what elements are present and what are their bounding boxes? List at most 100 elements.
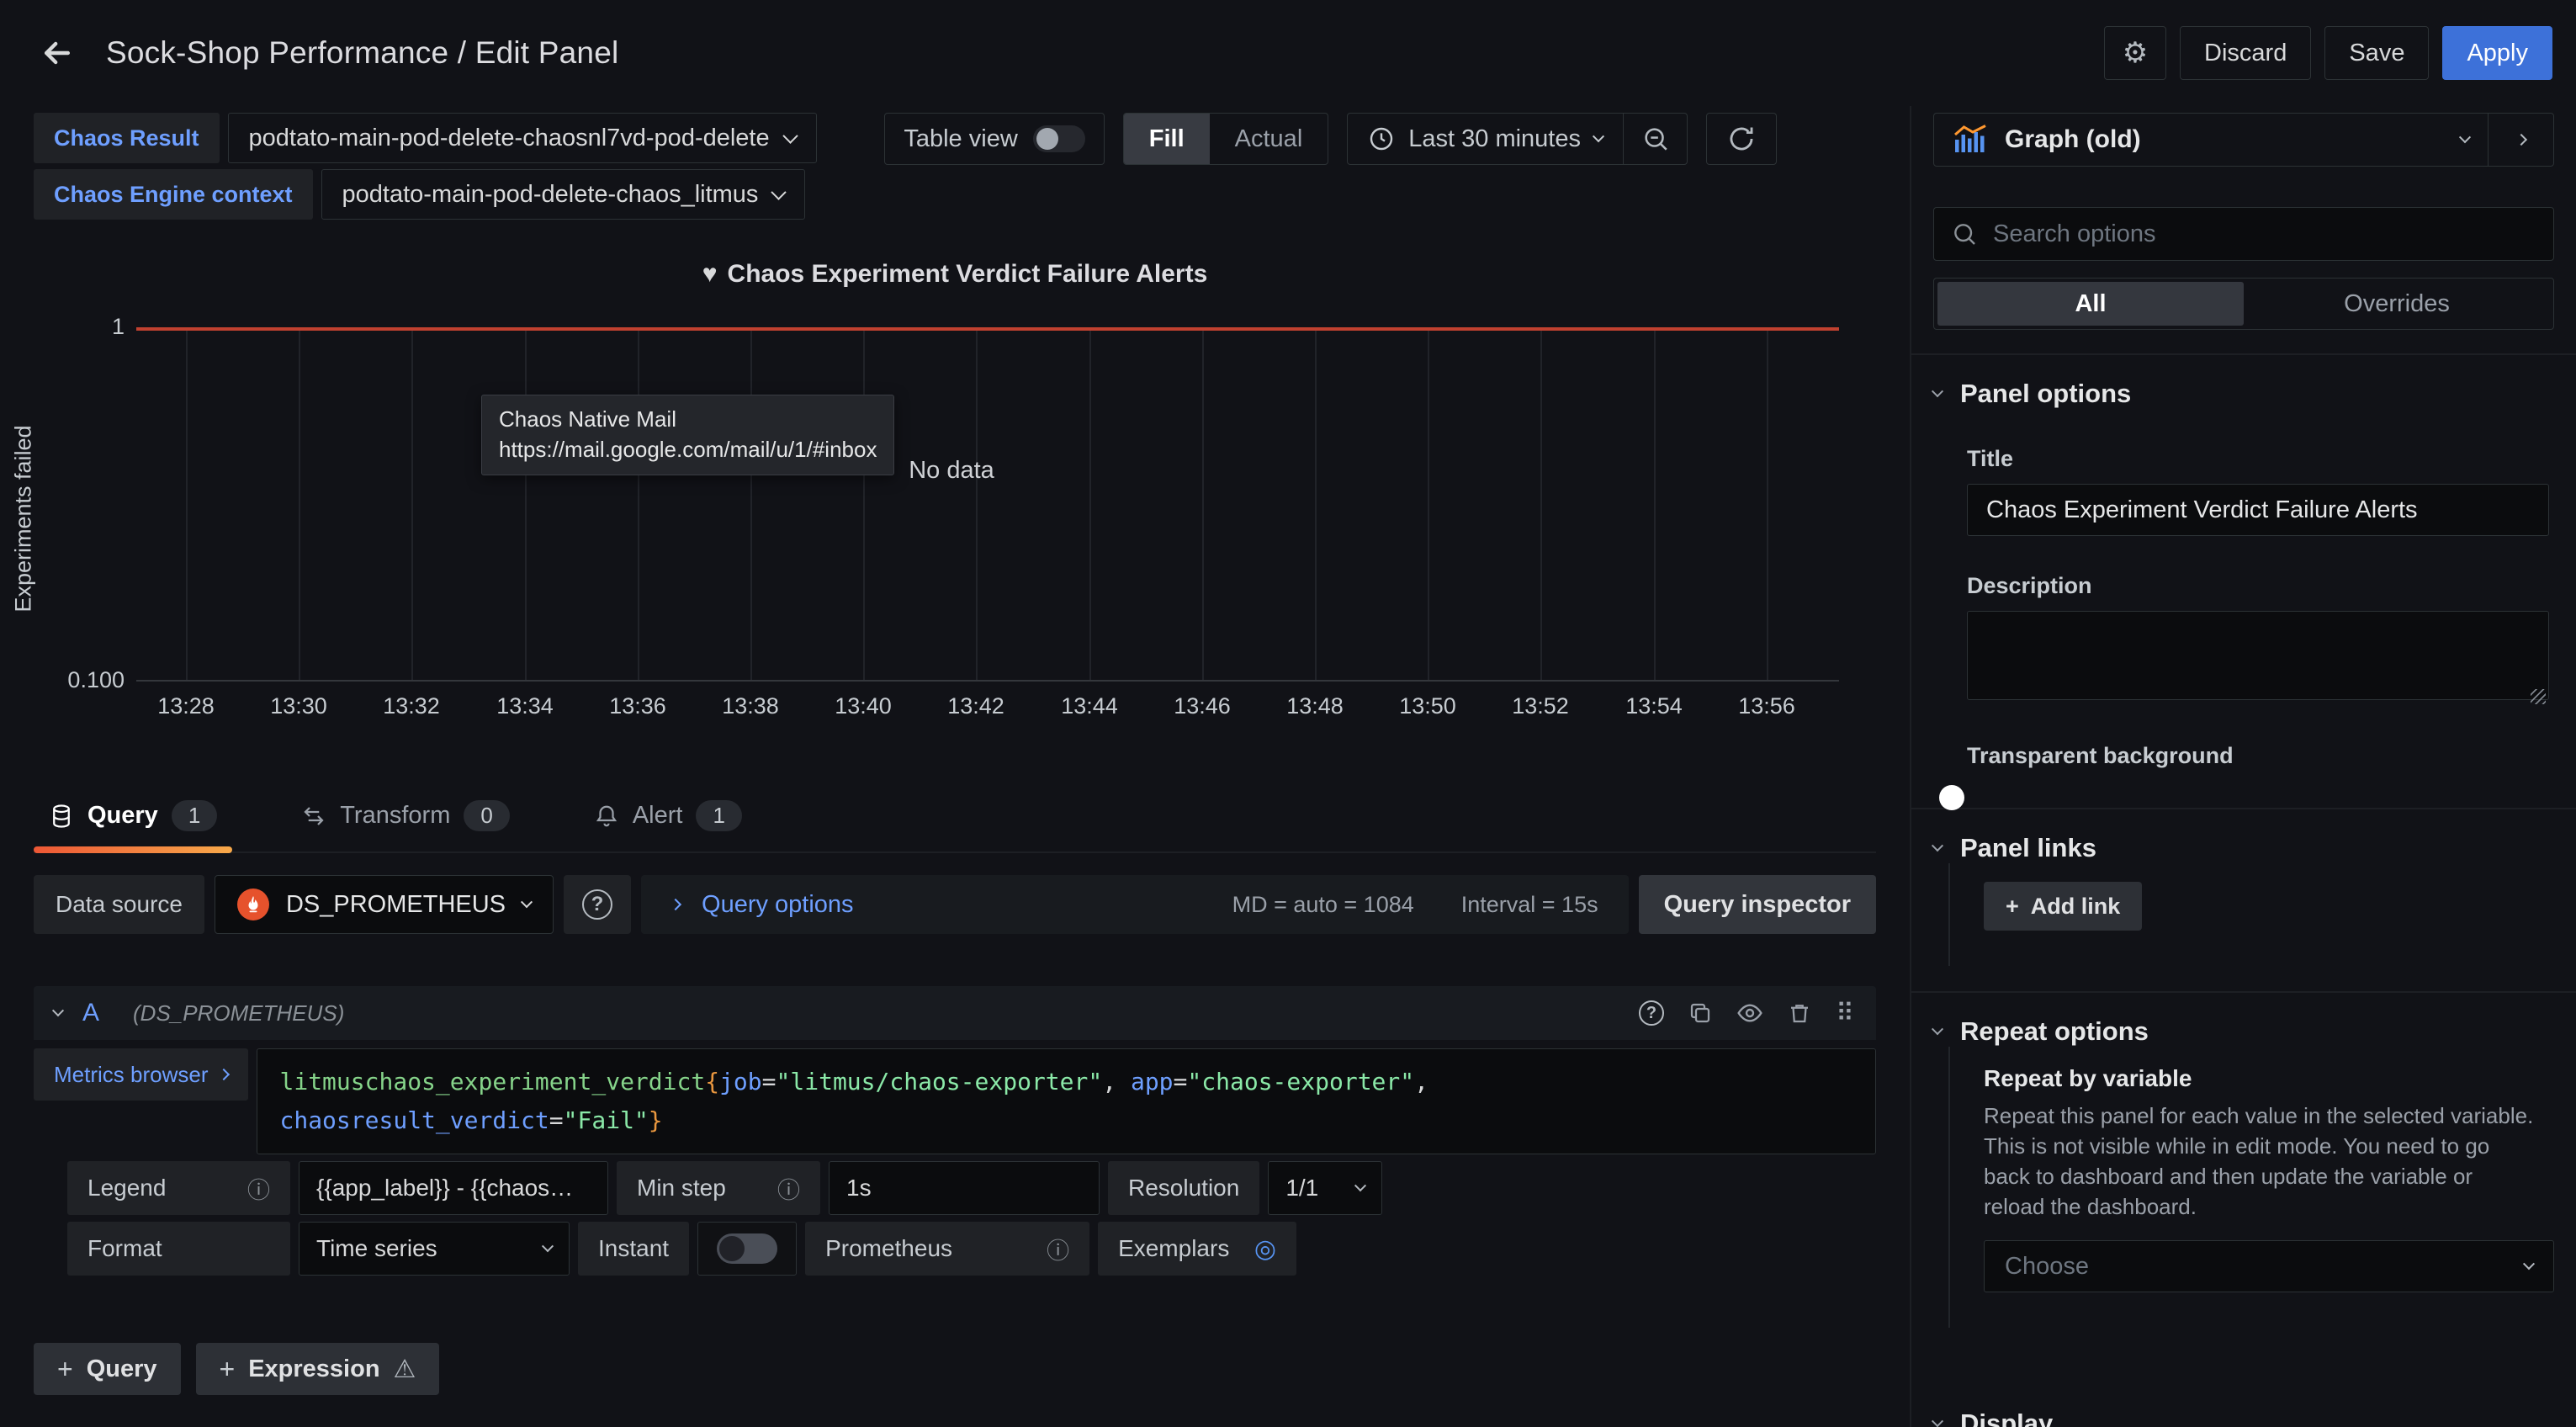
divider <box>1911 808 2576 809</box>
search-options-input[interactable] <box>1993 220 2536 248</box>
gridline <box>186 329 188 680</box>
gridline <box>525 329 527 680</box>
refresh-button[interactable] <box>1706 113 1777 165</box>
add-query-button[interactable]: + Query <box>34 1343 181 1395</box>
x-tick: 13:36 <box>609 693 666 719</box>
zoom-out-button[interactable] <box>1623 114 1687 164</box>
tab-transform[interactable]: Transform 0 <box>286 785 525 851</box>
gridline <box>1315 329 1317 680</box>
graph-viz-icon <box>1953 125 1988 155</box>
query-inspector-button[interactable]: Query inspector <box>1639 875 1876 934</box>
min-step-input[interactable] <box>829 1161 1100 1215</box>
options-sidebar: Graph (old) All Overrides Panel options … <box>1910 106 2576 1427</box>
datasource-help-button[interactable]: ? <box>564 875 631 934</box>
query-options-strip: Query options MD = auto = 1084 Interval … <box>641 875 1629 934</box>
discard-button[interactable]: Discard <box>2180 26 2311 80</box>
section-panel-links[interactable]: Panel links <box>1933 833 2554 863</box>
instant-toggle[interactable] <box>717 1233 777 1264</box>
query-options-toggle[interactable]: Query options <box>702 891 854 919</box>
duplicate-query-button[interactable] <box>1688 1000 1713 1026</box>
chevron-down-icon <box>2459 131 2471 143</box>
resolution-label: Resolution <box>1108 1161 1259 1215</box>
section-panel-options[interactable]: Panel options <box>1933 379 2554 409</box>
x-tick: 13:46 <box>1174 693 1231 719</box>
tab-query[interactable]: Query 1 <box>34 785 232 851</box>
fill-option[interactable]: Fill <box>1124 114 1210 164</box>
query-editor-card: A (DS_PROMETHEUS) ? ⠿ Metrics browser <box>34 986 1876 1276</box>
apply-button[interactable]: Apply <box>2442 26 2552 80</box>
bell-icon <box>594 804 619 829</box>
tab-count-badge: 1 <box>696 800 741 831</box>
query-help-button[interactable]: ? <box>1639 1000 1664 1026</box>
resolution-select[interactable]: 1/1 <box>1268 1161 1382 1215</box>
chevron-down-icon <box>1354 1180 1366 1191</box>
disable-query-button[interactable] <box>1736 1000 1763 1026</box>
interval-text: Interval = 15s <box>1461 892 1598 918</box>
tab-alert[interactable]: Alert 1 <box>579 785 757 851</box>
chevron-down-icon <box>1932 1415 1943 1427</box>
save-button[interactable]: Save <box>2324 26 2429 80</box>
datasource-picker[interactable]: DS_PROMETHEUS <box>215 875 554 934</box>
x-tick: 13:42 <box>947 693 1004 719</box>
chevron-down-icon <box>1932 1023 1943 1035</box>
y-tick: 1 <box>7 314 125 340</box>
back-button[interactable] <box>34 29 81 77</box>
query-section-tabs: Query 1 Transform 0 Alert 1 <box>34 785 1876 853</box>
toggle-viz-picker-button[interactable] <box>2488 114 2553 166</box>
visualization-select[interactable]: Graph (old) <box>1934 114 2488 166</box>
actual-option[interactable]: Actual <box>1210 114 1328 164</box>
tab-overrides[interactable]: Overrides <box>2244 282 2550 326</box>
x-tick: 13:30 <box>270 693 327 719</box>
options-filter-tabs: All Overrides <box>1933 278 2554 330</box>
repeat-variable-select[interactable]: Choose <box>1984 1240 2554 1292</box>
chevron-down-icon <box>782 128 798 143</box>
info-icon: ⓘ <box>247 1172 270 1205</box>
panel-settings-button[interactable]: ⚙ <box>2104 26 2166 80</box>
gridline <box>1540 329 1542 680</box>
trash-icon <box>1787 1000 1812 1026</box>
table-view-label: Table view <box>904 125 1017 153</box>
repeat-by-variable-label: Repeat by variable <box>1984 1065 2554 1092</box>
drag-handle-icon[interactable]: ⠿ <box>1836 999 1856 1028</box>
x-tick: 13:32 <box>383 693 440 719</box>
promql-query-input[interactable]: litmuschaos_experiment_verdict{job="litm… <box>257 1048 1876 1154</box>
panel-toolbar: Chaos Result podtato-main-pod-delete-cha… <box>0 106 1910 220</box>
instant-toggle-box <box>697 1222 797 1276</box>
legend-input[interactable] <box>299 1161 608 1215</box>
tab-all[interactable]: All <box>1937 282 2244 326</box>
gridline <box>1428 329 1429 680</box>
divider <box>1911 991 2576 993</box>
table-view-toggle[interactable] <box>1033 125 1085 152</box>
collapse-chevron-icon[interactable] <box>52 1005 64 1016</box>
zoom-out-icon <box>1641 125 1670 153</box>
plus-icon: + <box>2006 894 2019 920</box>
exemplars-eye-icon[interactable]: ◎ <box>1254 1234 1276 1264</box>
transparent-background-label: Transparent background <box>1967 743 2554 769</box>
variable-value-dropdown[interactable]: podtato-main-pod-delete-chaosnl7vd-pod-d… <box>228 113 817 163</box>
plus-icon: + <box>57 1354 73 1385</box>
section-repeat-options[interactable]: Repeat options <box>1933 1016 2554 1047</box>
add-link-button[interactable]: + Add link <box>1984 882 2142 931</box>
database-icon <box>49 804 74 829</box>
query-header[interactable]: A (DS_PROMETHEUS) ? ⠿ <box>34 986 1876 1040</box>
panel-description-textarea[interactable] <box>1967 611 2549 700</box>
format-select[interactable]: Time series <box>299 1222 570 1276</box>
panel-title: ♥Chaos Experiment Verdict Failure Alerts <box>0 260 1910 289</box>
panel-title-input[interactable] <box>1967 484 2549 536</box>
plot-area[interactable]: 13:28 13:30 13:32 13:34 13:36 13:38 13:4… <box>136 329 1839 682</box>
metrics-browser-button[interactable]: Metrics browser <box>34 1048 248 1101</box>
instant-label: Instant <box>578 1222 689 1276</box>
max-data-points-text: MD = auto = 1084 <box>1232 892 1414 918</box>
header-actions: ⚙ Discard Save Apply <box>2104 26 2552 80</box>
x-tick: 13:54 <box>1625 693 1683 719</box>
gridline <box>1089 329 1091 680</box>
variable-label: Chaos Engine context <box>34 169 313 220</box>
section-display[interactable]: Display <box>1933 1408 2554 1427</box>
variable-value-dropdown[interactable]: podtato-main-pod-delete-chaos_litmus <box>321 169 806 220</box>
delete-query-button[interactable] <box>1787 1000 1812 1026</box>
y-tick: 0.100 <box>7 667 125 693</box>
resize-grip-icon[interactable] <box>2531 689 2546 704</box>
eye-icon <box>1736 1000 1763 1026</box>
add-expression-button[interactable]: + Expression ⚠ <box>196 1343 440 1395</box>
time-range-picker[interactable]: Last 30 minutes <box>1348 114 1623 164</box>
